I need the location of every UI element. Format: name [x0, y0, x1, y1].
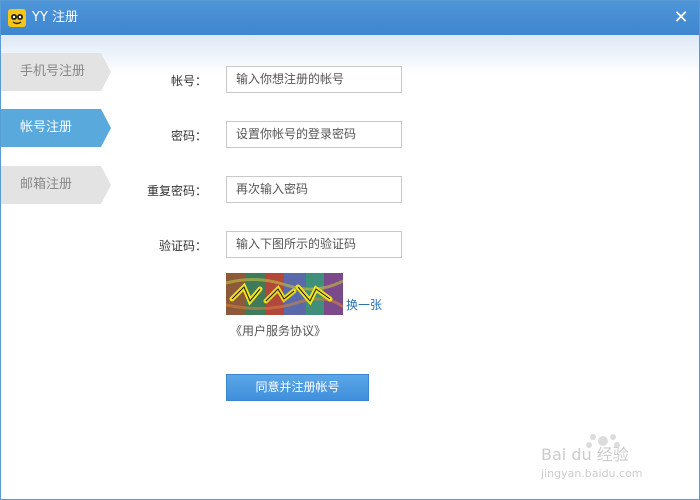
user-agreement-link[interactable]: 《用户服务协议》 — [230, 323, 326, 339]
close-icon[interactable]: ✕ — [671, 8, 691, 28]
title-bar: YY 注册 ✕ — [1, 1, 699, 35]
watermark-logo-text: Bai du 经验 — [541, 445, 629, 464]
account-label: 帐号： — [170, 74, 207, 88]
watermark-url: jingyan.baidu.com — [541, 467, 643, 480]
window-title: YY 注册 — [32, 10, 79, 25]
tab-account-register[interactable]: 帐号注册 — [1, 109, 111, 147]
tab-label: 邮箱注册 — [20, 177, 73, 192]
tab-email-register[interactable]: 邮箱注册 — [1, 166, 111, 204]
captcha-label: 验证码： — [158, 239, 207, 253]
tab-phone-register[interactable]: 手机号注册 — [1, 53, 111, 91]
captcha-refresh-link[interactable]: 换一张 — [346, 297, 382, 313]
yy-logo-icon — [8, 9, 26, 27]
tab-label: 手机号注册 — [20, 64, 86, 79]
captcha-image — [226, 273, 343, 315]
password-input[interactable]: 设置你帐号的登录密码 — [226, 121, 402, 148]
agree-register-button[interactable]: 同意并注册帐号 — [226, 374, 369, 401]
captcha-input[interactable]: 输入下图所示的验证码 — [226, 231, 402, 258]
confirm-password-label: 重复密码： — [146, 184, 207, 198]
register-window: YY 注册 ✕ 手机号注册 帐号注册 邮箱注册 帐号： 输入你想注册的帐号 密码… — [0, 0, 700, 500]
tab-label: 帐号注册 — [20, 120, 73, 135]
password-label: 密码： — [170, 129, 207, 143]
confirm-password-input[interactable]: 再次输入密码 — [226, 176, 402, 203]
account-input[interactable]: 输入你想注册的帐号 — [226, 66, 402, 93]
